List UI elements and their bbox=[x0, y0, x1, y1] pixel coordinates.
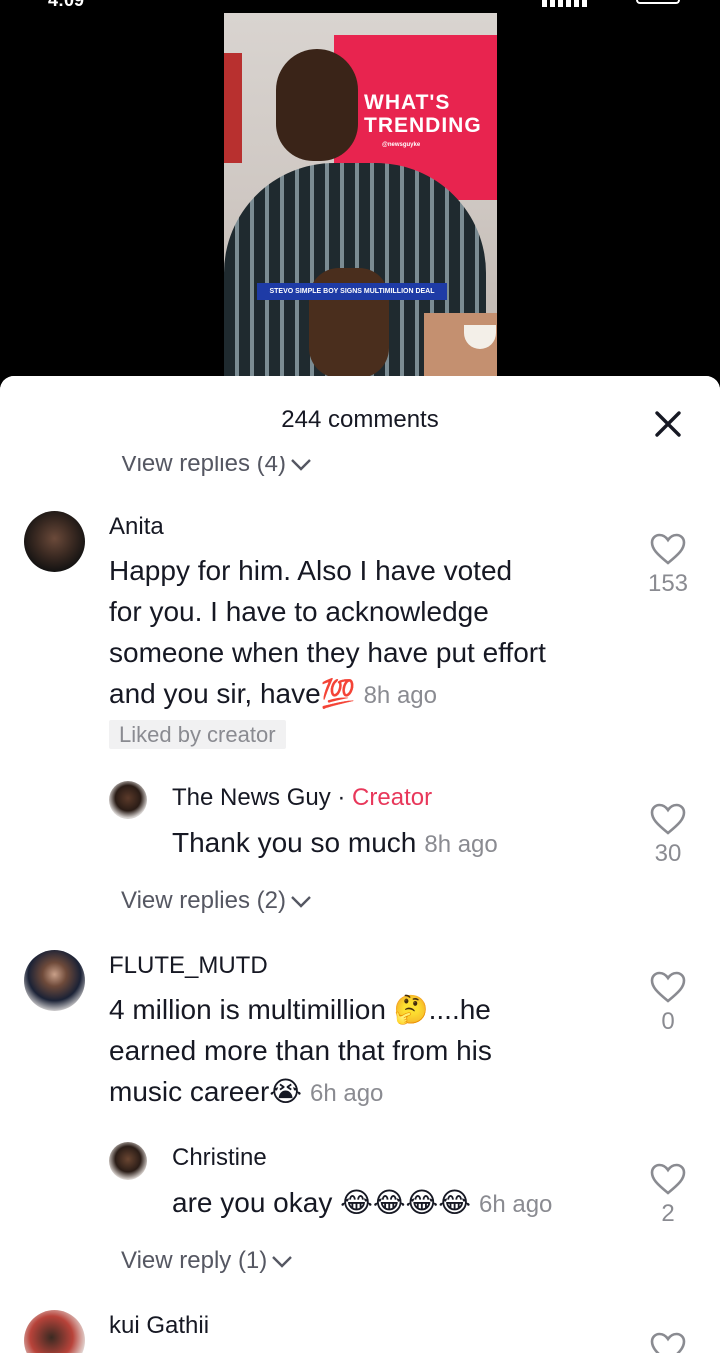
comment-text: Happy for him. Also I have voted for you… bbox=[109, 550, 629, 716]
avatar[interactable] bbox=[24, 1310, 85, 1353]
comment-line: for you. I have to acknowledge bbox=[109, 596, 489, 627]
like-count: 30 bbox=[654, 840, 682, 867]
like-count: 153 bbox=[647, 570, 689, 597]
username-text: The News Guy bbox=[172, 784, 331, 811]
heart-icon bbox=[650, 1332, 686, 1353]
avatar[interactable] bbox=[109, 1142, 147, 1180]
comment-username[interactable]: FLUTE_MUTD bbox=[109, 952, 268, 980]
creator-label: Creator bbox=[352, 784, 433, 811]
comment-username[interactable]: kui Gathii bbox=[109, 1312, 209, 1340]
heart-icon bbox=[650, 533, 686, 565]
comment-line: music career bbox=[109, 1076, 270, 1107]
comment-time: 6h ago bbox=[309, 1080, 384, 1107]
hundred-emoji: 💯 bbox=[320, 677, 356, 710]
heart-icon bbox=[650, 803, 686, 835]
comment-time: 8h ago bbox=[363, 682, 437, 709]
presenter-head bbox=[276, 49, 358, 161]
comment-username[interactable]: Anita bbox=[109, 513, 164, 541]
sheet-header: 244 comments bbox=[0, 376, 720, 456]
comment-line: 4 million is multimillion bbox=[109, 994, 394, 1025]
comments-count-title: 244 comments bbox=[281, 406, 439, 433]
screen-handle: @newsguyke bbox=[382, 142, 421, 148]
screen-title-line2: TRENDING bbox=[364, 114, 482, 137]
close-icon bbox=[655, 411, 681, 437]
chevron-down-icon bbox=[271, 1248, 293, 1276]
like-button[interactable] bbox=[638, 1331, 698, 1353]
video-frame[interactable]: WHAT'S TRENDING @newsguyke STEVO SIMPLE … bbox=[224, 13, 497, 380]
crying-emoji: 😭 bbox=[269, 1075, 302, 1108]
reply-time: 8h ago bbox=[424, 831, 498, 858]
view-reply-button[interactable]: View reply (1) bbox=[121, 1247, 293, 1276]
comment-line: someone when they have put effort bbox=[109, 637, 546, 668]
avatar[interactable] bbox=[109, 781, 147, 819]
heart-icon bbox=[650, 1163, 686, 1195]
comment-text: 4 million is multimillion 🤔....he earned… bbox=[109, 989, 629, 1114]
wall-decor bbox=[224, 53, 242, 163]
screen-title: WHAT'S TRENDING bbox=[364, 91, 482, 137]
comment-line: Happy for him. Also I have voted bbox=[109, 555, 513, 586]
avatar[interactable] bbox=[24, 511, 85, 572]
signal-icon bbox=[542, 0, 622, 7]
reply-text: are you okay 😂😂😂😂 6h ago bbox=[172, 1182, 552, 1225]
view-replies-label: View replies (2) bbox=[121, 887, 286, 914]
like-button[interactable]: 30 bbox=[638, 802, 698, 868]
like-button[interactable]: 0 bbox=[638, 970, 698, 1036]
video-player[interactable]: 4:09 WHAT'S TRENDING @newsguyke STEVO SI… bbox=[0, 0, 720, 380]
avatar[interactable] bbox=[24, 950, 85, 1011]
laughing-emoji: 😂😂😂😂 bbox=[340, 1186, 471, 1219]
separator: · bbox=[330, 784, 353, 811]
chevron-down-icon bbox=[290, 888, 312, 916]
view-reply-label: View reply (1) bbox=[121, 1247, 268, 1274]
like-button[interactable]: 2 bbox=[638, 1162, 698, 1228]
comments-sheet: View replies (4) Anita Happy for him. Al… bbox=[0, 376, 720, 1353]
view-replies-button[interactable]: View replies (2) bbox=[121, 887, 312, 916]
thinking-emoji: 🤔 bbox=[393, 993, 429, 1026]
heart-icon bbox=[650, 971, 686, 1003]
comment-line: and you sir, have bbox=[109, 678, 321, 709]
comment-line: ....he bbox=[428, 994, 491, 1025]
reply-time: 6h ago bbox=[478, 1191, 553, 1218]
reply-username[interactable]: The News Guy · Creator bbox=[172, 784, 432, 812]
reply-username[interactable]: Christine bbox=[172, 1144, 267, 1172]
status-bar: 4:09 bbox=[0, 0, 720, 10]
comment-line: earned more than that from his bbox=[109, 1035, 492, 1066]
liked-by-creator-badge: Liked by creator bbox=[109, 720, 286, 749]
video-caption: STEVO SIMPLE BOY SIGNS MULTIMILLION DEAL bbox=[257, 283, 447, 300]
like-count: 2 bbox=[661, 1200, 675, 1227]
like-button[interactable]: 153 bbox=[638, 532, 698, 598]
battery-icon bbox=[636, 0, 680, 4]
like-count: 0 bbox=[661, 1008, 675, 1035]
comments-list[interactable]: View replies (4) Anita Happy for him. Al… bbox=[0, 376, 720, 1353]
reply-text-content: Thank you so much bbox=[172, 827, 417, 858]
reply-text-content: are you okay bbox=[172, 1187, 341, 1218]
reply-text: Thank you so much 8h ago bbox=[172, 822, 498, 865]
status-time: 4:09 bbox=[48, 0, 85, 10]
screen-title-line1: WHAT'S bbox=[364, 91, 451, 114]
close-button[interactable] bbox=[648, 404, 688, 444]
